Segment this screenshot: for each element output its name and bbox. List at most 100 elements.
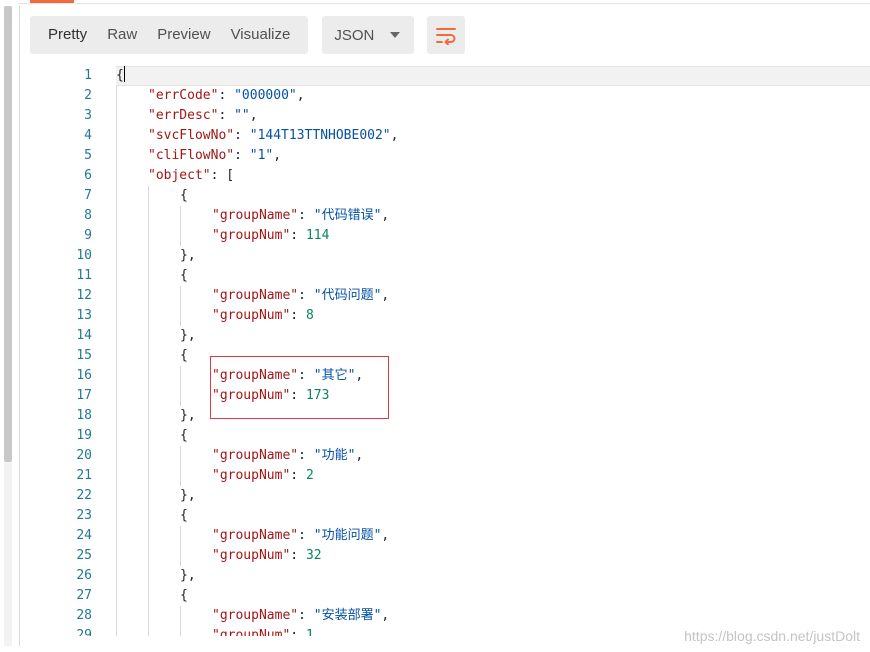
code-token: "000000" [234, 88, 297, 103]
code-line: "groupNum": 114 [212, 226, 329, 246]
code-token: : [298, 288, 314, 303]
line-number: 14 [76, 328, 92, 343]
code-line: { [180, 426, 188, 446]
line-number: 1 [84, 68, 92, 83]
text-cursor [123, 66, 125, 82]
code-line: }, [180, 566, 196, 586]
code-token: : [234, 128, 250, 143]
code-token: "cliFlowNo" [148, 148, 235, 163]
code-token: { [180, 268, 188, 283]
code-token: "errDesc" [148, 108, 219, 123]
annotation-box [210, 356, 389, 419]
line-number: 13 [76, 308, 92, 323]
code-token: "groupName" [212, 208, 299, 223]
code-line: "groupName": "代码问题", [212, 286, 389, 306]
code-token: : [290, 308, 306, 323]
code-line: { [180, 186, 188, 206]
code-token: , [249, 108, 258, 123]
code-token: "功能问题" [313, 528, 382, 543]
code-token: , [355, 448, 364, 463]
code-line: "object": [ [148, 166, 234, 186]
code-token: "" [234, 108, 250, 123]
code-token: }, [180, 488, 196, 503]
code-token: { [116, 68, 124, 83]
code-token: : [218, 88, 235, 103]
line-number: 28 [76, 608, 92, 623]
vertical-scrollbar[interactable] [4, 6, 12, 646]
code-token: "errCode" [148, 88, 219, 103]
code-token: : [298, 208, 314, 223]
code-token: { [180, 508, 188, 523]
line-number: 25 [76, 548, 92, 563]
code-token: "1" [249, 148, 274, 163]
code-token: }, [180, 568, 196, 583]
code-token: : [234, 148, 250, 163]
code-line: "groupName": "安装部署", [212, 606, 389, 626]
tab-visualize[interactable]: Visualize [221, 16, 301, 54]
tab-raw[interactable]: Raw [97, 16, 147, 54]
code-token: 8 [305, 308, 314, 323]
line-number: 7 [84, 188, 92, 203]
indent-guide [180, 606, 181, 636]
code-token: }, [180, 328, 196, 343]
code-line: { [180, 266, 188, 286]
code-token: "代码问题" [313, 288, 382, 303]
wrap-lines-button[interactable] [427, 16, 466, 54]
line-number: 21 [76, 468, 92, 483]
line-number: 20 [76, 448, 92, 463]
code-line: "groupNum": 32 [212, 546, 322, 566]
line-number: 23 [76, 508, 92, 523]
scrollbar-thumb[interactable] [4, 6, 12, 462]
tab-preview[interactable]: Preview [147, 16, 220, 54]
line-number: 16 [76, 368, 92, 383]
code-token: : [290, 628, 306, 636]
code-token: 32 [305, 548, 322, 563]
line-number: 15 [76, 348, 92, 363]
line-number: 5 [84, 148, 92, 163]
code-token: { [180, 348, 188, 363]
line-number: 29 [76, 628, 92, 636]
code-token: , [390, 128, 399, 143]
code-token: }, [180, 248, 196, 263]
code-token: "svcFlowNo" [148, 128, 235, 143]
code-token: "groupNum" [212, 228, 291, 243]
code-line: "errDesc": "", [148, 106, 258, 126]
code-line: "groupName": "功能", [212, 446, 363, 466]
code-token: "144T13TTNHOBE002" [249, 128, 391, 143]
response-body-editor[interactable]: 1 2 3 4 5 6 7 8 9 10 11 12 13 14 15 16 17 18 19 20 21 22 23 24 2… [20, 66, 870, 636]
code-line: "groupNum": 2 [212, 466, 314, 486]
code-line: }, [180, 326, 196, 346]
code-token: { [180, 188, 188, 203]
wrap-lines-icon [436, 28, 457, 45]
response-toolbar: Pretty Raw Preview Visualize JSON [30, 16, 466, 54]
format-dropdown[interactable]: JSON [322, 16, 415, 54]
code-line: "groupName": "功能问题", [212, 526, 389, 546]
code-token: 2 [305, 468, 314, 483]
code-token: "object" [148, 168, 211, 183]
line-number: 8 [84, 208, 92, 223]
view-mode-tabs: Pretty Raw Preview Visualize [30, 16, 309, 54]
code-area[interactable]: {"errCode": "000000", "errDesc": "", "svcF… [116, 66, 870, 636]
code-line: }, [180, 406, 196, 426]
code-token: : [ [210, 168, 235, 183]
code-token: "安装部署" [313, 608, 382, 623]
line-number-gutter: 1 2 3 4 5 6 7 8 9 10 11 12 13 14 15 16 17 18 19 20 21 22 23 24 2… [20, 66, 92, 636]
code-line: { [180, 346, 188, 366]
chevron-down-icon [390, 32, 401, 38]
code-token: "代码错误" [313, 208, 382, 223]
tab-pretty[interactable]: Pretty [38, 16, 97, 54]
line-number: 27 [76, 588, 92, 603]
code-token: : [290, 228, 306, 243]
code-token: { [180, 428, 188, 443]
line-number: 2 [84, 88, 92, 103]
line-number: 12 [76, 288, 92, 303]
code-token: "groupNum" [212, 628, 291, 636]
code-token: , [381, 608, 390, 623]
format-dropdown-value: JSON [334, 26, 375, 44]
code-token: "groupNum" [212, 548, 291, 563]
code-line: }, [180, 486, 196, 506]
code-token: : [298, 608, 314, 623]
indent-guide [180, 446, 181, 486]
code-line: { [116, 66, 125, 86]
code-token: : [298, 448, 314, 463]
